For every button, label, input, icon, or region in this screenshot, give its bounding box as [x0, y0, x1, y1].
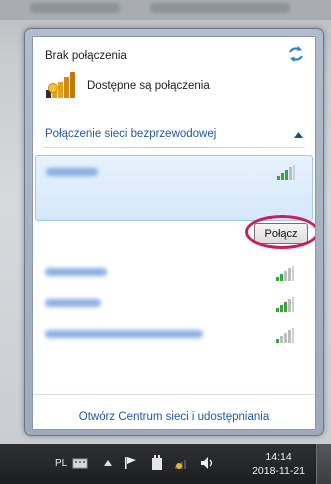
network-item[interactable] [35, 290, 313, 320]
wifi-signal-icon [276, 297, 294, 312]
network-available-icon [46, 72, 75, 98]
clock-date: 2018-11-21 [252, 465, 305, 477]
blurred-background-text [30, 3, 120, 13]
flyout-panel: Brak połączenia Dostępne są połączenia P… [32, 36, 316, 430]
chevron-up-icon[interactable] [294, 132, 303, 138]
network-icon[interactable] [174, 456, 190, 470]
keyboard-icon[interactable] [72, 457, 88, 469]
highlight-circle [245, 215, 315, 249]
network-name-blurred [45, 299, 101, 307]
blurred-background-text [150, 3, 290, 13]
network-item[interactable] [35, 259, 313, 289]
section-divider [43, 147, 305, 148]
action-center-flag-icon[interactable] [124, 456, 138, 470]
network-flyout: Brak połączenia Dostępne są połączenia P… [24, 28, 324, 436]
connections-available-label: Dostępne są połączenia [87, 80, 210, 92]
volume-icon[interactable] [200, 456, 214, 470]
language-indicator[interactable]: PL [55, 458, 67, 469]
wifi-signal-icon [276, 328, 294, 343]
network-name-blurred [45, 330, 203, 338]
wifi-signal-icon [277, 165, 295, 180]
open-network-center-link[interactable]: Otwórz Centrum sieci i udostępniania [33, 411, 315, 423]
power-icon[interactable] [151, 455, 163, 471]
taskbar: PL 14:14 2018-11-21 [0, 444, 331, 484]
clock-time: 14:14 [265, 451, 292, 463]
network-item[interactable] [35, 321, 313, 351]
network-name-blurred [45, 268, 107, 276]
show-hidden-icons-icon[interactable] [104, 460, 112, 466]
wireless-section-header[interactable]: Połączenie sieci bezprzewodowej [45, 128, 216, 140]
background-strip [0, 0, 331, 20]
refresh-icon[interactable] [287, 46, 305, 62]
clock[interactable]: 14:14 2018-11-21 [252, 450, 305, 478]
connection-status-title: Brak połączenia [45, 50, 127, 62]
network-name-blurred [46, 168, 98, 176]
wifi-signal-icon [276, 266, 294, 281]
footer-divider [33, 394, 315, 395]
network-item-selected[interactable] [35, 155, 313, 221]
show-desktop-button[interactable] [316, 444, 331, 484]
